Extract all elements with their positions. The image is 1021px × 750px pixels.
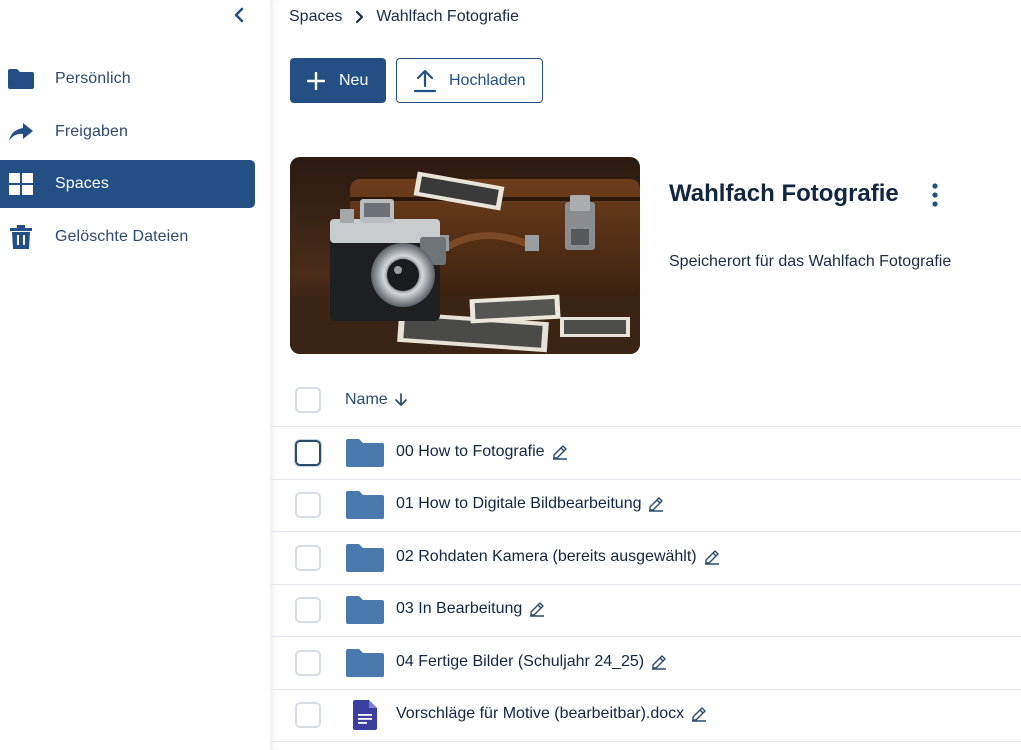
file-name-text: 04 Fertige Bilder (Schuljahr 24_25): [396, 653, 645, 670]
plus-icon: [307, 71, 325, 90]
name-column-label: Name: [345, 391, 388, 408]
folder-icon: [345, 488, 385, 522]
spaces-grid-icon: [0, 160, 42, 208]
file-name-link[interactable]: 00 How to Fotografie: [396, 443, 568, 461]
chevron-left-icon: [234, 7, 244, 23]
folder-icon: [345, 436, 385, 470]
file-name-text: 02 Rohdaten Kamera (bereits ausgewählt): [396, 548, 697, 565]
space-description: Speicherort für das Wahlfach Fotografie: [669, 253, 952, 270]
table-row[interactable]: 03 In Bearbeitung: [270, 584, 1021, 637]
breadcrumb-current: Wahlfach Fotografie: [376, 8, 519, 25]
sidebar-item-label: Persönlich: [55, 70, 131, 87]
folder-icon: [0, 55, 42, 103]
sidebar: Persönlich Freigaben Spaces Gelöschte Da…: [0, 0, 270, 750]
rename-pencil-icon[interactable]: [704, 549, 720, 565]
row-checkbox[interactable]: [295, 440, 321, 466]
rename-pencil-icon[interactable]: [552, 444, 568, 460]
select-all-checkbox[interactable]: [295, 387, 321, 413]
row-checkbox[interactable]: [295, 597, 321, 623]
new-button[interactable]: Neu: [290, 58, 386, 103]
rename-pencil-icon[interactable]: [648, 496, 664, 512]
new-button-label: Neu: [339, 71, 369, 89]
row-checkbox[interactable]: [295, 492, 321, 518]
upload-button[interactable]: Hochladen: [396, 58, 543, 103]
chevron-right-icon: [355, 10, 364, 24]
file-name-link[interactable]: Vorschläge für Motive (bearbeitbar).docx: [396, 705, 707, 723]
space-context-menu-button[interactable]: [926, 180, 944, 210]
file-name-link[interactable]: 01 How to Digitale Bildbearbeitung: [396, 495, 664, 513]
row-checkbox[interactable]: [295, 545, 321, 571]
file-name-text: 03 In Bearbeitung: [396, 600, 523, 617]
sidebar-item-label: Gelöschte Dateien: [55, 228, 189, 245]
row-checkbox[interactable]: [295, 650, 321, 676]
file-name-text: 00 How to Fotografie: [396, 443, 545, 460]
folder-icon: [345, 593, 385, 627]
breadcrumb: Spaces Wahlfach Fotografie: [289, 6, 519, 28]
file-name-link[interactable]: 04 Fertige Bilder (Schuljahr 24_25): [396, 653, 667, 671]
breadcrumb-spaces-link[interactable]: Spaces: [289, 8, 342, 26]
row-checkbox[interactable]: [295, 702, 321, 728]
trash-icon: [0, 213, 42, 261]
file-name-text: 01 How to Digitale Bildbearbeitung: [396, 495, 642, 512]
sidebar-item-label: Spaces: [55, 175, 109, 192]
sidebar-item-spaces[interactable]: Spaces: [0, 160, 255, 208]
main-content: Spaces Wahlfach Fotografie Neu Hochladen: [270, 0, 1021, 750]
sidebar-item-label: Freigaben: [55, 123, 128, 140]
sidebar-item-shares[interactable]: Freigaben: [0, 108, 255, 156]
rename-pencil-icon[interactable]: [691, 706, 707, 722]
sidebar-item-deleted-files[interactable]: Gelöschte Dateien: [0, 213, 255, 261]
table-row[interactable]: 02 Rohdaten Kamera (bereits ausgewählt): [270, 532, 1021, 585]
space-title: Wahlfach Fotografie: [669, 180, 899, 207]
folder-icon: [345, 541, 385, 575]
sidebar-item-personal[interactable]: Persönlich: [0, 55, 255, 103]
space-cover-image: [290, 157, 640, 354]
name-column-header[interactable]: Name: [345, 391, 407, 409]
table-row[interactable]: 00 How to Fotografie: [270, 427, 1021, 480]
table-row[interactable]: 01 How to Digitale Bildbearbeitung: [270, 479, 1021, 532]
rename-pencil-icon[interactable]: [529, 601, 545, 617]
table-row[interactable]: 04 Fertige Bilder (Schuljahr 24_25): [270, 637, 1021, 690]
file-name-text: Vorschläge für Motive (bearbeitbar).docx: [396, 705, 685, 722]
file-name-link[interactable]: 02 Rohdaten Kamera (bereits ausgewählt): [396, 548, 720, 566]
folder-icon: [345, 646, 385, 680]
share-icon: [0, 108, 42, 156]
upload-button-label: Hochladen: [449, 71, 526, 89]
arrow-down-icon: [394, 393, 407, 407]
rename-pencil-icon[interactable]: [651, 654, 667, 670]
upload-icon: [413, 69, 437, 93]
file-name-link[interactable]: 03 In Bearbeitung: [396, 600, 545, 618]
table-header: Name: [270, 375, 1021, 427]
document-icon: [345, 698, 385, 732]
more-vertical-icon: [932, 183, 938, 207]
collapse-sidebar-button[interactable]: [227, 2, 251, 28]
table-row[interactable]: Vorschläge für Motive (bearbeitbar).docx: [270, 689, 1021, 742]
